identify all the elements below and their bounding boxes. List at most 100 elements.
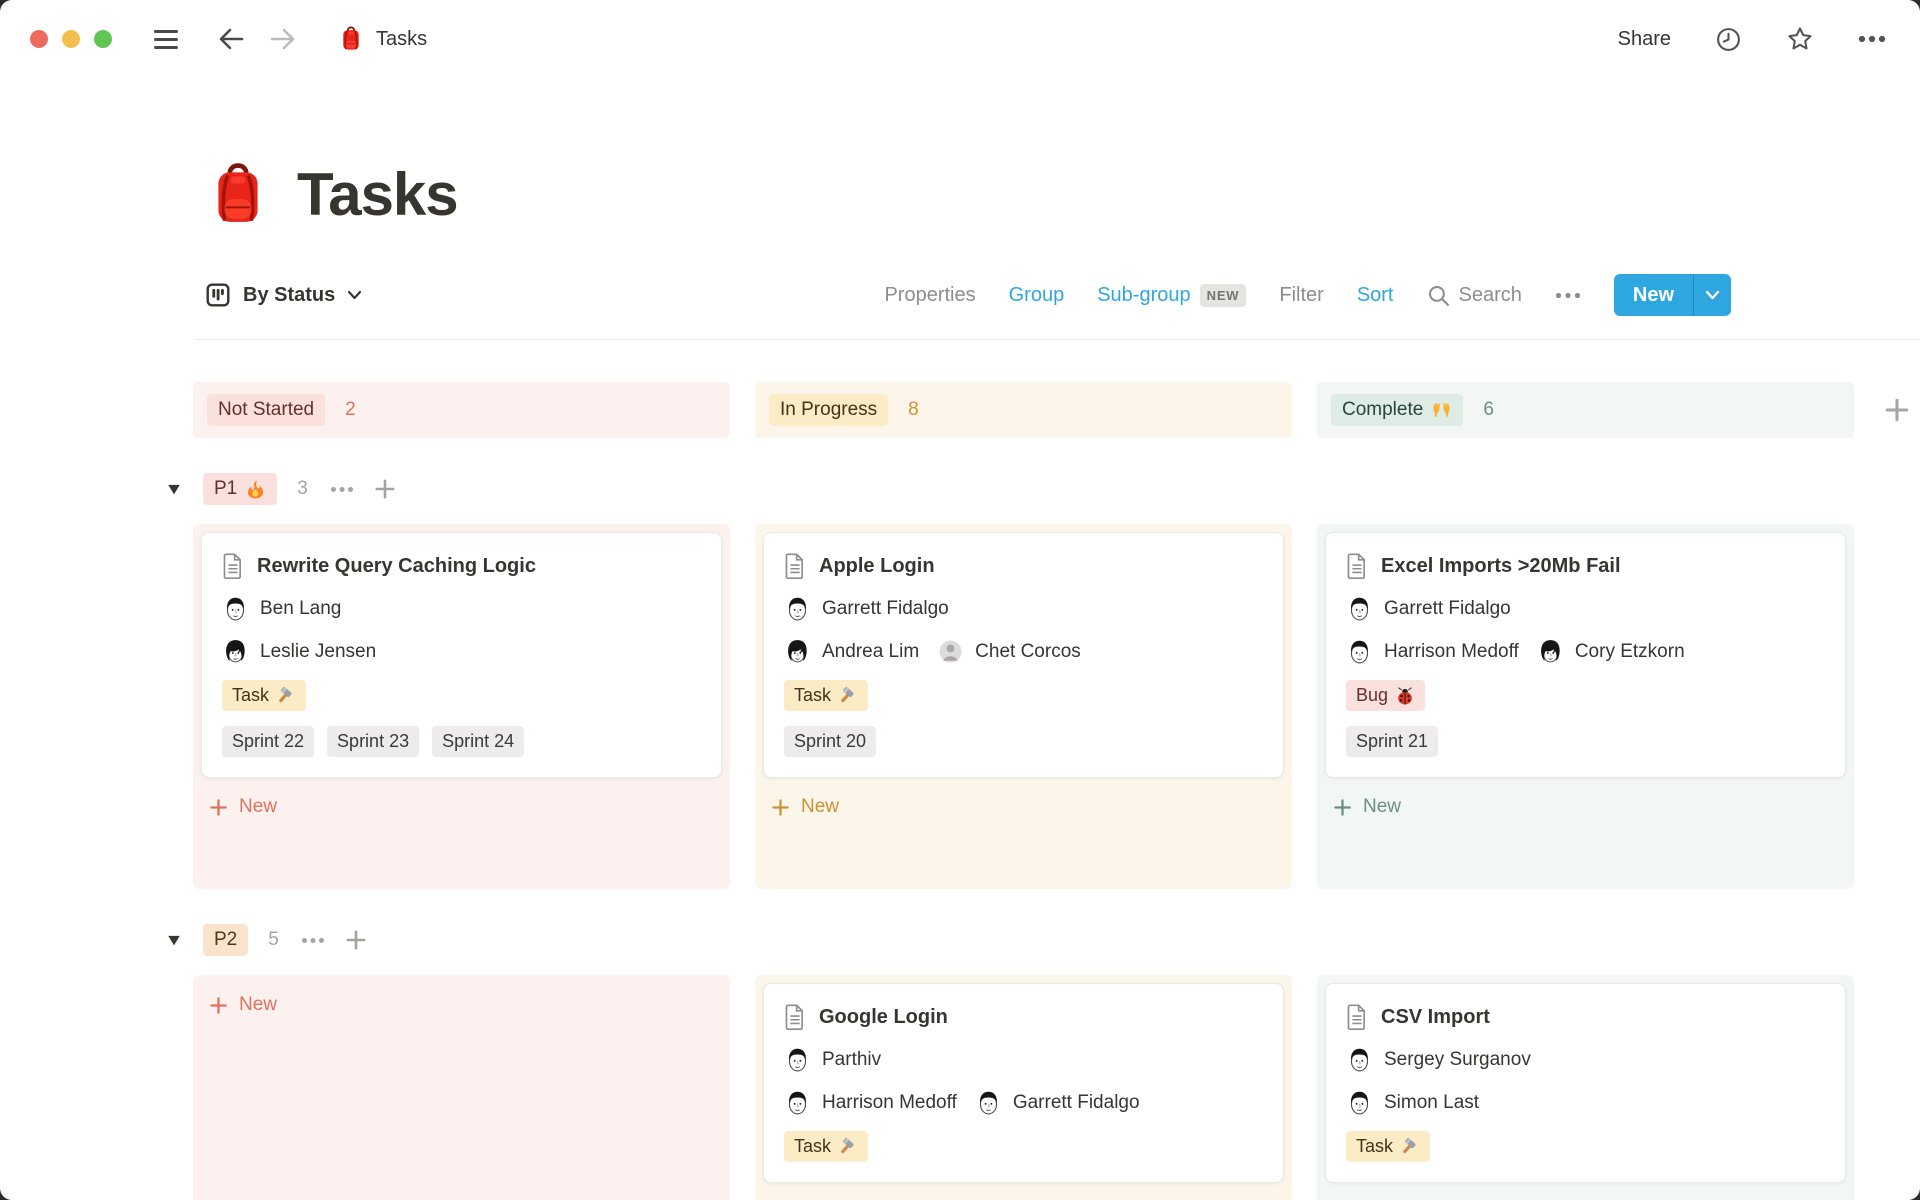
group-options-icon[interactable]	[301, 937, 325, 944]
new-card-button[interactable]: New	[1325, 789, 1846, 825]
column-status-pill[interactable]: Complete	[1331, 394, 1463, 426]
tag-row: Task	[784, 680, 1263, 711]
sidebar-toggle-icon[interactable]	[154, 30, 178, 49]
tag-row: Task	[784, 1131, 1263, 1162]
tag-label: Task	[794, 684, 831, 707]
filter-menu-item[interactable]: Filter	[1279, 284, 1323, 307]
assignee-row: Harrison MedoffGarrett Fidalgo	[784, 1089, 1263, 1116]
back-arrow-icon[interactable]	[218, 28, 244, 50]
task-card[interactable]: Google LoginParthivHarrison MedoffGarret…	[763, 983, 1284, 1183]
page-title[interactable]: Tasks	[297, 160, 458, 229]
board-cell: New	[193, 975, 730, 1200]
group-menu-item[interactable]: Group	[1009, 284, 1065, 307]
plus-icon	[209, 996, 228, 1015]
tag-label: Task	[794, 1135, 831, 1158]
new-card-button[interactable]: New	[201, 987, 722, 1023]
group-pill-p1-label: P1	[214, 477, 237, 501]
assignee: Andrea Lim	[784, 638, 919, 665]
add-group-button[interactable]	[1879, 382, 1915, 438]
view-switcher-by-status[interactable]: By Status	[205, 282, 362, 308]
view-label: By Status	[243, 284, 335, 307]
task-card[interactable]: CSV Import Sergey Surganov Simon Last Task	[1325, 983, 1846, 1183]
assignee-name: Harrison Medoff	[1384, 641, 1519, 663]
group-add-icon[interactable]	[345, 929, 367, 951]
avatar-man	[784, 595, 811, 622]
collapse-triangle-icon[interactable]	[167, 935, 181, 946]
assignee: Simon Last	[1346, 1089, 1479, 1116]
assignee: Parthiv	[784, 1046, 881, 1073]
assignee: Leslie Jensen	[222, 638, 376, 665]
tag-sprint-23: Sprint 23	[327, 726, 419, 757]
favorite-star-icon[interactable]	[1786, 25, 1814, 53]
column-header-not-started: Not Started2	[193, 382, 730, 438]
group-header-p2: P2 5	[167, 921, 1920, 959]
zoom-window-button[interactable]	[94, 30, 112, 48]
tag-row: Sprint 21	[1346, 726, 1825, 757]
column-status-pill-label: Complete	[1342, 398, 1423, 422]
tag-label: Bug	[1356, 684, 1388, 707]
avatar-woman	[784, 638, 811, 665]
board-cell: Rewrite Query Caching LogicBen LangLesli…	[193, 524, 730, 889]
properties-menu-item[interactable]: Properties	[884, 284, 975, 307]
card-title-row: Rewrite Query Caching Logic	[222, 553, 701, 579]
avatar-gray	[937, 638, 964, 665]
search-label: Search	[1459, 284, 1522, 307]
tag-task: Task	[222, 680, 306, 711]
page-emoji-backpack-icon[interactable]	[205, 162, 271, 228]
group-pill-p2[interactable]: P2	[203, 924, 248, 956]
group-count: 5	[268, 929, 279, 951]
sort-menu-item[interactable]: Sort	[1357, 284, 1394, 307]
task-card[interactable]: Apple LoginGarrett FidalgoAndrea LimChet…	[763, 532, 1284, 778]
more-options-icon[interactable]	[1858, 35, 1886, 43]
share-button[interactable]: Share	[1618, 28, 1671, 51]
group-add-icon[interactable]	[374, 478, 396, 500]
hammer-icon	[276, 686, 296, 706]
column-header-in-progress: In Progress8	[755, 382, 1292, 438]
search-menu-item[interactable]: Search	[1427, 284, 1522, 307]
assignee-name: Cory Etzkorn	[1575, 641, 1685, 663]
tag-task: Task	[1346, 1131, 1430, 1162]
minimize-window-button[interactable]	[62, 30, 80, 48]
new-button-dropdown[interactable]	[1694, 274, 1731, 316]
hammer-icon	[838, 686, 858, 706]
assignee-name: Simon Last	[1384, 1092, 1479, 1114]
close-window-button[interactable]	[30, 30, 48, 48]
group-options-icon[interactable]	[330, 486, 354, 493]
tag-task: Task	[784, 680, 868, 711]
group-pill-p1[interactable]: P1	[203, 473, 277, 505]
avatar-man	[1346, 638, 1373, 665]
group-header-p1: P13	[167, 470, 1920, 508]
new-button-group: New	[1614, 274, 1731, 316]
avatar-woman	[1537, 638, 1564, 665]
avatar-man	[222, 595, 249, 622]
assignee: Sergey Surganov	[1346, 1046, 1531, 1073]
collapse-triangle-icon[interactable]	[167, 484, 181, 495]
hammer-icon	[838, 1137, 858, 1157]
new-button[interactable]: New	[1614, 274, 1693, 316]
tag-label: Sprint 23	[337, 730, 409, 753]
assignee-row: Harrison Medoff Cory Etzkorn	[1346, 638, 1825, 665]
tag-row: Task	[1346, 1131, 1825, 1162]
column-status-pill[interactable]: Not Started	[207, 394, 325, 426]
task-card[interactable]: Rewrite Query Caching LogicBen LangLesli…	[201, 532, 722, 778]
forward-arrow-icon[interactable]	[270, 28, 296, 50]
column-status-pill-label: In Progress	[780, 398, 877, 422]
document-icon	[1346, 553, 1368, 579]
tag-label: Task	[1356, 1135, 1393, 1158]
card-title: CSV Import	[1381, 1006, 1490, 1029]
new-card-button[interactable]: New	[763, 789, 1284, 825]
column-status-pill[interactable]: In Progress	[769, 394, 888, 426]
tag-sprint-20: Sprint 20	[784, 726, 876, 757]
toolbar-more-options-icon[interactable]	[1555, 292, 1581, 299]
assignee-name: Garrett Fidalgo	[1013, 1092, 1140, 1114]
assignee: Garrett Fidalgo	[784, 595, 949, 622]
task-card[interactable]: Excel Imports >20Mb FailGarrett FidalgoH…	[1325, 532, 1846, 778]
hammer-icon	[1400, 1137, 1420, 1157]
fire-icon	[245, 479, 266, 500]
tag-sprint-22: Sprint 22	[222, 726, 314, 757]
subgroup-menu-item[interactable]: Sub-group NEW	[1097, 284, 1246, 307]
assignee-name: Leslie Jensen	[260, 641, 376, 663]
new-card-button[interactable]: New	[201, 789, 722, 825]
updates-clock-icon[interactable]	[1715, 26, 1742, 53]
avatar-woman	[222, 638, 249, 665]
